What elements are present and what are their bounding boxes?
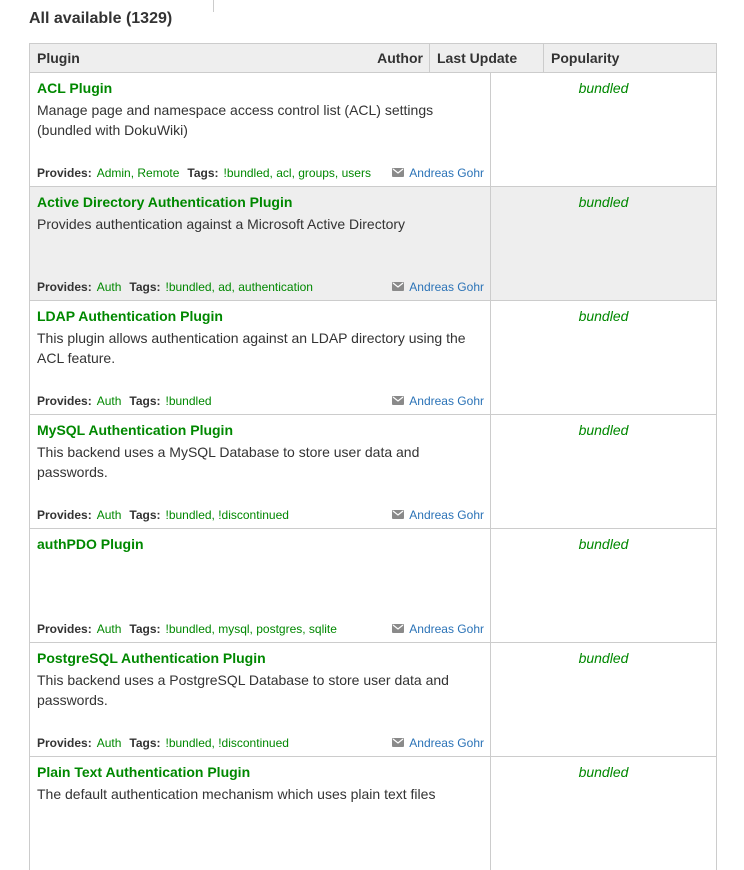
author-link[interactable]: Andreas Gohr: [392, 508, 484, 522]
envelope-icon: [392, 736, 405, 750]
envelope-icon: [392, 166, 405, 180]
plugin-info: ACL Plugin Manage page and namespace acc…: [30, 73, 491, 186]
table-row: MySQL Authentication Plugin This backend…: [30, 415, 716, 529]
section-heading: All available (1329): [29, 10, 173, 27]
plugin-name-link[interactable]: LDAP Authentication Plugin: [37, 308, 484, 324]
table-row: Active Directory Authentication Plugin P…: [30, 187, 716, 301]
tags-value[interactable]: !bundled, !discontinued: [166, 736, 289, 750]
author-name[interactable]: Andreas Gohr: [409, 166, 484, 180]
plugin-meta: Provides: Auth Tags: !bundled Andreas Go…: [37, 394, 484, 408]
table-row: PostgreSQL Authentication Plugin This ba…: [30, 643, 716, 757]
author-name[interactable]: Andreas Gohr: [409, 280, 484, 294]
author-link[interactable]: Andreas Gohr: [392, 622, 484, 636]
last-update-value: bundled: [578, 308, 629, 324]
last-update-value: bundled: [578, 194, 629, 210]
provides-value[interactable]: Auth: [97, 280, 122, 294]
header-author[interactable]: Author: [377, 50, 423, 66]
plugin-description: This backend uses a MySQL Database to st…: [37, 444, 420, 480]
author-name[interactable]: Andreas Gohr: [409, 622, 484, 636]
plugin-name-link[interactable]: ACL Plugin: [37, 80, 484, 96]
tags-label: Tags:: [187, 166, 219, 180]
envelope-icon: [392, 394, 405, 408]
provides-value[interactable]: Auth: [97, 736, 122, 750]
table-row: authPDO Plugin Provides: Auth Tags: !bun…: [30, 529, 716, 643]
author-link[interactable]: Andreas Gohr: [392, 280, 484, 294]
provides-value[interactable]: Admin, Remote: [97, 166, 180, 180]
plugin-description: Manage page and namespace access control…: [37, 102, 434, 138]
table-row: LDAP Authentication Plugin This plugin a…: [30, 301, 716, 415]
plugin-meta: Provides: Auth Tags: !bundled, ad, authe…: [37, 280, 484, 294]
plugin-name-link[interactable]: MySQL Authentication Plugin: [37, 422, 484, 438]
tags-label: Tags:: [129, 508, 161, 522]
plugin-info: Plain Text Authentication Plugin The def…: [30, 757, 491, 870]
last-update-value: bundled: [578, 650, 629, 666]
provides-label: Provides:: [37, 508, 92, 522]
plugin-meta: Provides: Admin, Remote Tags: !bundled, …: [37, 166, 484, 180]
provides-label: Provides:: [37, 394, 92, 408]
provides-label: Provides:: [37, 622, 92, 636]
plugin-table: Plugin Author Last Update Popularity ACL…: [29, 43, 717, 870]
plugin-info: LDAP Authentication Plugin This plugin a…: [30, 301, 491, 414]
envelope-icon: [392, 622, 405, 636]
tags-label: Tags:: [129, 280, 161, 294]
table-row: ACL Plugin Manage page and namespace acc…: [30, 73, 716, 187]
tags-label: Tags:: [129, 736, 161, 750]
tags-value[interactable]: !bundled, mysql, postgres, sqlite: [166, 622, 337, 636]
header-plugin-author: Plugin Author: [30, 44, 430, 72]
plugin-name-link[interactable]: PostgreSQL Authentication Plugin: [37, 650, 484, 666]
header-plugin[interactable]: Plugin: [37, 50, 80, 66]
provides-value[interactable]: Auth: [97, 508, 122, 522]
last-update-value: bundled: [578, 422, 629, 438]
plugin-meta: Provides: Auth Tags: !bundled, !disconti…: [37, 508, 484, 522]
plugin-description: This backend uses a PostgreSQL Database …: [37, 672, 449, 708]
provides-label: Provides:: [37, 280, 92, 294]
plugin-info: authPDO Plugin Provides: Auth Tags: !bun…: [30, 529, 491, 642]
plugin-name-link[interactable]: Plain Text Authentication Plugin: [37, 764, 484, 780]
plugin-meta: Provides: Auth Tags: !bundled, !disconti…: [37, 736, 484, 750]
provides-label: Provides:: [37, 166, 92, 180]
author-link[interactable]: Andreas Gohr: [392, 394, 484, 408]
envelope-icon: [392, 508, 405, 522]
author-link[interactable]: Andreas Gohr: [392, 736, 484, 750]
tags-value[interactable]: !bundled: [166, 394, 212, 408]
author-name[interactable]: Andreas Gohr: [409, 508, 484, 522]
plugin-name-link[interactable]: Active Directory Authentication Plugin: [37, 194, 484, 210]
last-update-value: bundled: [578, 80, 629, 96]
envelope-icon: [392, 280, 405, 294]
tags-value[interactable]: !bundled, !discontinued: [166, 508, 289, 522]
plugin-info: MySQL Authentication Plugin This backend…: [30, 415, 491, 528]
plugin-info: PostgreSQL Authentication Plugin This ba…: [30, 643, 491, 756]
tags-label: Tags:: [129, 622, 161, 636]
tags-label: Tags:: [129, 394, 161, 408]
author-name[interactable]: Andreas Gohr: [409, 736, 484, 750]
header-popularity[interactable]: Popularity: [544, 44, 716, 72]
plugin-meta: Provides: Auth Tags: !bundled, mysql, po…: [37, 622, 484, 636]
provides-value[interactable]: Auth: [97, 622, 122, 636]
author-name[interactable]: Andreas Gohr: [409, 394, 484, 408]
plugin-description: The default authentication mechanism whi…: [37, 786, 436, 802]
tags-value[interactable]: !bundled, acl, groups, users: [224, 166, 371, 180]
plugin-description: This plugin allows authentication agains…: [37, 330, 466, 366]
plugin-name-link[interactable]: authPDO Plugin: [37, 536, 484, 552]
tags-value[interactable]: !bundled, ad, authentication: [166, 280, 313, 294]
table-row: Plain Text Authentication Plugin The def…: [30, 757, 716, 870]
last-update-value: bundled: [578, 536, 629, 552]
table-header: Plugin Author Last Update Popularity: [30, 44, 716, 73]
plugin-description: Provides authentication against a Micros…: [37, 216, 406, 232]
provides-label: Provides:: [37, 736, 92, 750]
provides-value[interactable]: Auth: [97, 394, 122, 408]
plugin-info: Active Directory Authentication Plugin P…: [30, 187, 491, 300]
header-last-update[interactable]: Last Update: [430, 44, 544, 72]
author-link[interactable]: Andreas Gohr: [392, 166, 484, 180]
last-update-value: bundled: [578, 764, 629, 780]
